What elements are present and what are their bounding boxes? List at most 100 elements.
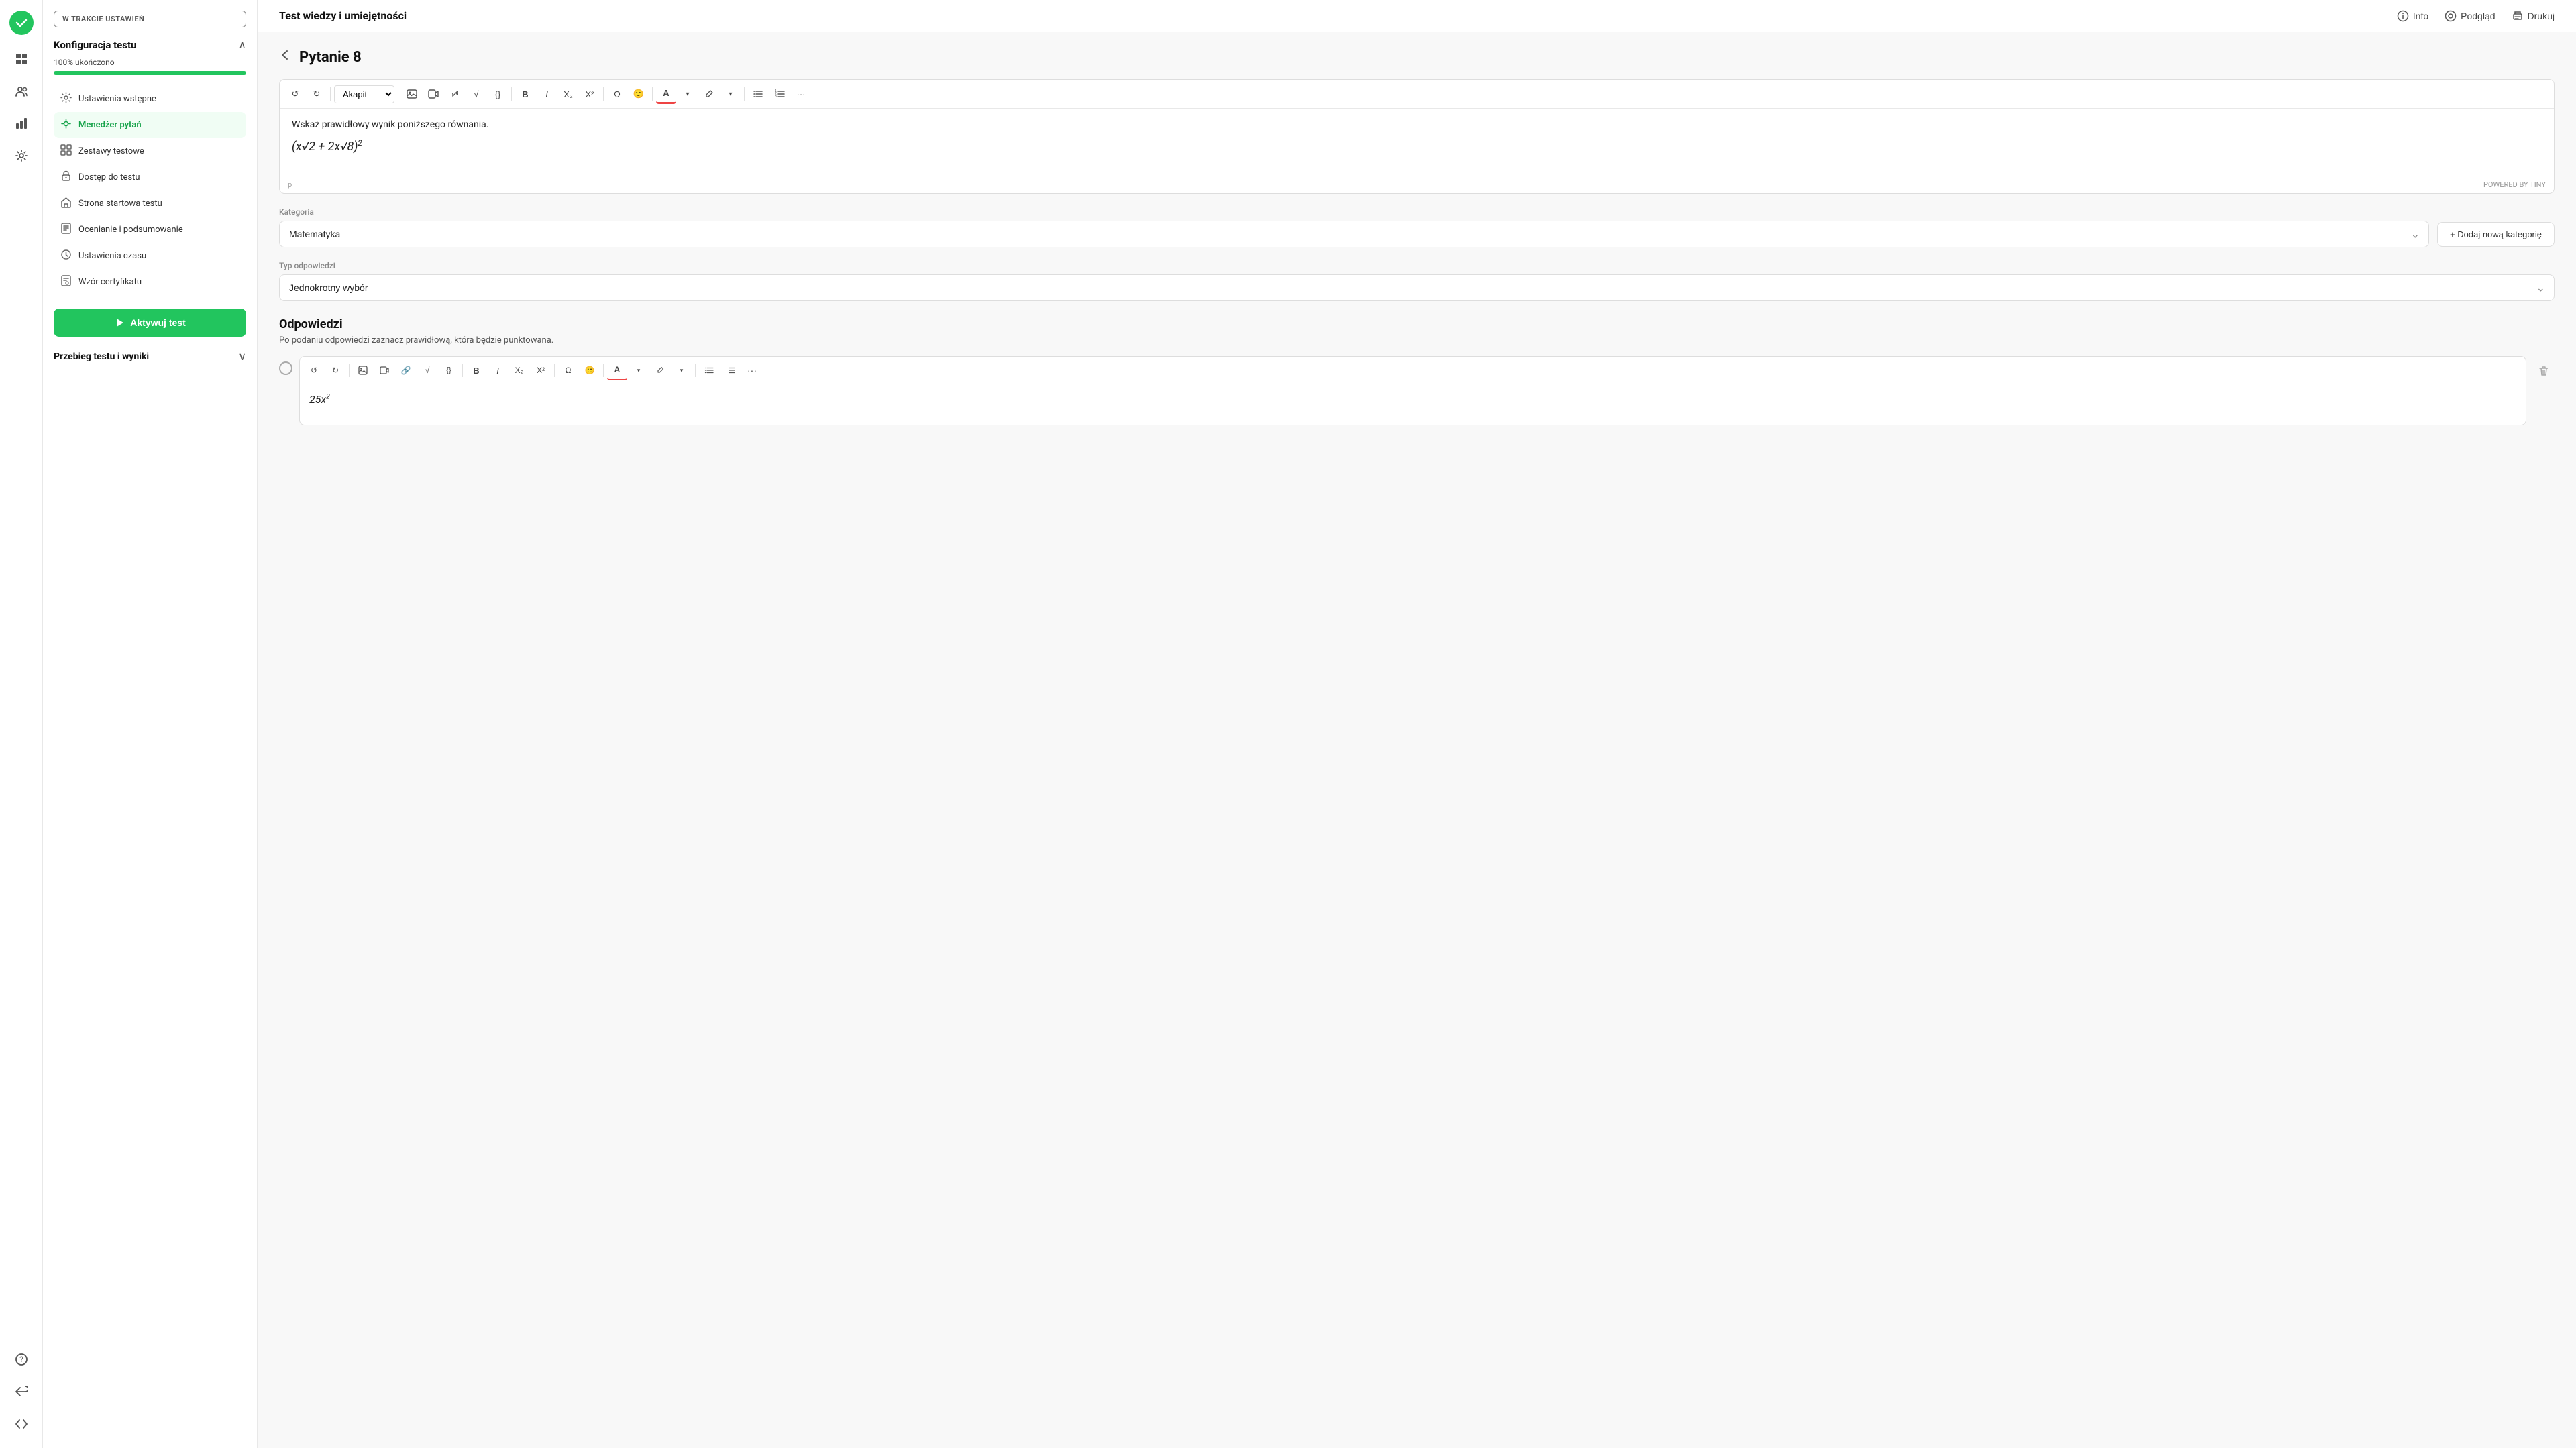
answer-italic-button[interactable]: I (488, 360, 508, 380)
answer-video-button[interactable] (374, 360, 394, 380)
redo-button[interactable]: ↻ (307, 84, 327, 104)
question-editor-footer: p POWERED BY TINY (280, 176, 2554, 193)
results-chevron-icon[interactable]: ∨ (238, 350, 246, 363)
answer-highlight-button[interactable] (650, 360, 670, 380)
progress-bar-fill (54, 71, 246, 75)
sidebar-item-initial-settings[interactable]: Ustawienia wstępne (54, 86, 246, 112)
omega-button[interactable]: Ω (607, 84, 627, 104)
highlight-chevron[interactable]: ▾ (720, 84, 741, 104)
sqrt-button[interactable]: √ (466, 84, 486, 104)
answer-undo-button[interactable]: ↺ (304, 360, 324, 380)
superscript-button[interactable]: X² (580, 84, 600, 104)
answer-editor: ↺ ↻ (299, 356, 2526, 425)
answer-code-button[interactable]: {} (439, 360, 459, 380)
answer-image-button[interactable] (353, 360, 373, 380)
question-manager-icon (60, 118, 72, 132)
answer-link-button[interactable]: 🔗 (396, 360, 416, 380)
home-icon (60, 197, 72, 211)
answer-ordered-list-button[interactable] (720, 360, 741, 380)
sidebar-icon-grid[interactable] (8, 46, 35, 72)
toolbar-sep-5 (652, 87, 653, 101)
sidebar-item-question-manager[interactable]: Menedżer pytań (54, 112, 246, 138)
answer-redo-button[interactable]: ↻ (325, 360, 345, 380)
info-label: Info (2413, 11, 2428, 21)
undo-button[interactable]: ↺ (285, 84, 305, 104)
answer-font-color-button[interactable]: A (607, 360, 627, 380)
main-content: Test wiedzy i umiejętności i Info Podglą… (258, 0, 2576, 1448)
sidebar-icon-help[interactable]: ? (8, 1346, 35, 1373)
answer-sep-4 (603, 364, 604, 377)
sidebar-item-label-question-manager: Menedżer pytań (78, 120, 142, 130)
italic-button[interactable]: I (537, 84, 557, 104)
delete-answer-button[interactable] (2533, 360, 2555, 382)
sidebar-item-label-grading: Ocenianie i podsumowanie (78, 225, 183, 235)
list-button[interactable] (748, 84, 768, 104)
emoji-button[interactable]: 🙂 (629, 84, 649, 104)
question-editor-body[interactable]: Wskaż prawidłowy wynik poniższego równan… (280, 109, 2554, 176)
app-logo[interactable] (9, 11, 34, 35)
sidebar-icon-analytics[interactable] (8, 110, 35, 137)
powered-by-label: POWERED BY TINY (2483, 180, 2546, 189)
answer-list-button[interactable] (699, 360, 719, 380)
left-panel: W TRAKCIE USTAWIEŃ Konfiguracja testu ∧ … (43, 0, 258, 1448)
bold-button[interactable]: B (515, 84, 535, 104)
print-button[interactable]: Drukuj (2512, 10, 2555, 22)
sidebar-item-start-page[interactable]: Strona startowa testu (54, 190, 246, 217)
lock-icon (60, 170, 72, 184)
answer-item: ↺ ↻ (279, 356, 2555, 425)
results-section-header[interactable]: Przebieg testu i wyniki ∨ (54, 350, 246, 363)
add-category-button[interactable]: + Dodaj nową kategorię (2437, 222, 2555, 247)
answer-subscript-button[interactable]: X₂ (509, 360, 529, 380)
answer-type-select[interactable]: Jednokrotny wybór (279, 274, 2555, 301)
highlight-button[interactable] (699, 84, 719, 104)
code-button[interactable]: {} (488, 84, 508, 104)
sidebar-item-time-settings[interactable]: Ustawienia czasu (54, 243, 246, 269)
category-select[interactable]: Matematyka (279, 221, 2429, 247)
sidebar-icon-settings[interactable] (8, 142, 35, 169)
svg-text:?: ? (19, 1355, 23, 1364)
video-button[interactable] (423, 84, 443, 104)
sidebar-item-label-initial-settings: Ustawienia wstępne (78, 94, 156, 104)
svg-text:3: 3 (775, 95, 777, 99)
answer-sep-3 (554, 364, 555, 377)
sidebar-item-test-access[interactable]: Dostęp do testu (54, 164, 246, 190)
category-row: Matematyka + Dodaj nową kategorię (279, 221, 2555, 247)
answer-more-button[interactable]: ··· (742, 360, 762, 380)
toolbar-sep-1 (330, 87, 331, 101)
sidebar-icon-collapse[interactable] (8, 1410, 35, 1437)
image-button[interactable] (402, 84, 422, 104)
answer-radio[interactable] (279, 361, 292, 375)
subscript-button[interactable]: X₂ (558, 84, 578, 104)
link-button[interactable] (445, 84, 465, 104)
sidebar-item-label-time-settings: Ustawienia czasu (78, 251, 146, 261)
preview-label: Podgląd (2461, 11, 2495, 21)
answers-section: Odpowiedzi Po podaniu odpowiedzi zaznacz… (279, 317, 2555, 425)
sidebar-item-grading[interactable]: Ocenianie i podsumowanie (54, 217, 246, 243)
answer-font-color-chevron[interactable]: ▾ (629, 360, 649, 380)
back-button[interactable] (279, 48, 292, 66)
answer-highlight-chevron[interactable]: ▾ (672, 360, 692, 380)
font-color-button[interactable]: A (656, 84, 676, 104)
sidebar-icon-users[interactable] (8, 78, 35, 105)
more-button[interactable]: ··· (791, 84, 811, 104)
style-select[interactable]: Akapit (334, 85, 394, 103)
top-bar: Test wiedzy i umiejętności i Info Podglą… (258, 0, 2576, 32)
answer-omega-button[interactable]: Ω (558, 360, 578, 380)
config-section-header[interactable]: Konfiguracja testu ∧ (54, 38, 246, 51)
sidebar-item-certificate[interactable]: Wzór certyfikatu (54, 269, 246, 295)
question-content-text: Wskaż prawidłowy wynik poniższego równan… (292, 119, 2542, 130)
font-color-chevron[interactable]: ▾ (678, 84, 698, 104)
sidebar-item-label-start-page: Strona startowa testu (78, 199, 162, 209)
preview-button[interactable]: Podgląd (2445, 10, 2495, 22)
sidebar-item-test-sets[interactable]: Zestawy testowe (54, 138, 246, 164)
sidebar-icon-back[interactable] (8, 1378, 35, 1405)
answer-editor-body[interactable]: 25x2 (300, 384, 2526, 425)
answer-sqrt-button[interactable]: √ (417, 360, 437, 380)
config-chevron-icon[interactable]: ∧ (238, 38, 246, 51)
activate-test-button[interactable]: Aktywuj test (54, 309, 246, 337)
answer-emoji-button[interactable]: 🙂 (580, 360, 600, 380)
answer-superscript-button[interactable]: X² (531, 360, 551, 380)
info-button[interactable]: i Info (2397, 10, 2428, 22)
answer-bold-button[interactable]: B (466, 360, 486, 380)
ordered-list-button[interactable]: 1 2 3 (769, 84, 790, 104)
